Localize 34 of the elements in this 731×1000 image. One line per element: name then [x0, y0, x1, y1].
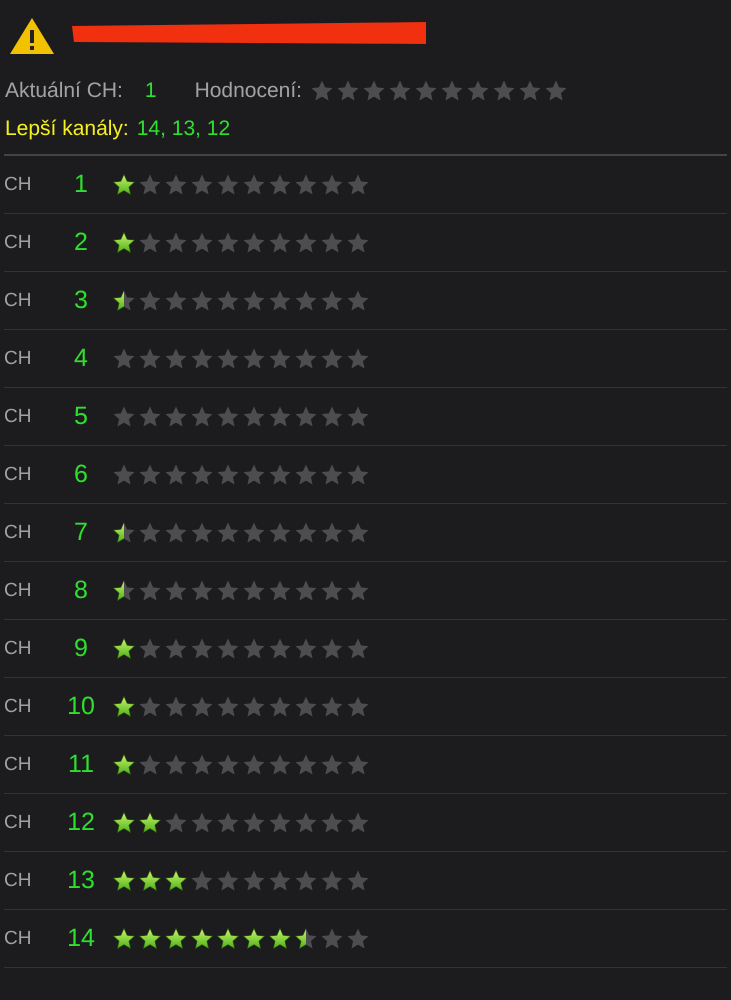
current-channel-label: Aktuální CH:: [5, 79, 123, 103]
rating-label: Hodnocení:: [194, 79, 302, 103]
channel-label: CH: [4, 290, 32, 312]
channel-label: CH: [4, 870, 32, 892]
channel-label: CH: [4, 638, 32, 660]
channel-label: CH: [4, 406, 32, 428]
channel-number: 5: [73, 402, 89, 431]
channel-number: 4: [73, 344, 89, 373]
channel-number: 7: [73, 518, 89, 547]
channel-label: CH: [4, 232, 32, 254]
channel-label: CH: [4, 812, 32, 834]
best-channels-label: Lepší kanály:: [5, 117, 129, 141]
channel-number: 14: [66, 924, 96, 953]
channel-label: CH: [4, 696, 32, 718]
channel-number: 13: [66, 866, 96, 895]
channel-number: 3: [73, 286, 89, 315]
channel-number: 2: [73, 228, 89, 257]
channel-number: 6: [73, 460, 89, 489]
channel-number: 12: [66, 808, 96, 837]
warning-icon: [8, 16, 56, 56]
best-channels-value: 14, 13, 12: [136, 117, 230, 141]
channel-label: CH: [4, 928, 32, 950]
channel-number: 11: [67, 750, 95, 779]
channel-number: 9: [73, 634, 89, 663]
channel-label: CH: [4, 174, 32, 196]
channel-label: CH: [4, 464, 32, 486]
channel-number: 10: [66, 692, 96, 721]
channel-label: CH: [4, 754, 32, 776]
channel-label: CH: [4, 348, 32, 370]
channel-number: 8: [73, 576, 89, 605]
channel-label: CH: [4, 580, 32, 602]
channel-number: 1: [73, 170, 89, 199]
current-channel-value: 1: [144, 79, 157, 103]
channel-label: CH: [4, 522, 32, 544]
